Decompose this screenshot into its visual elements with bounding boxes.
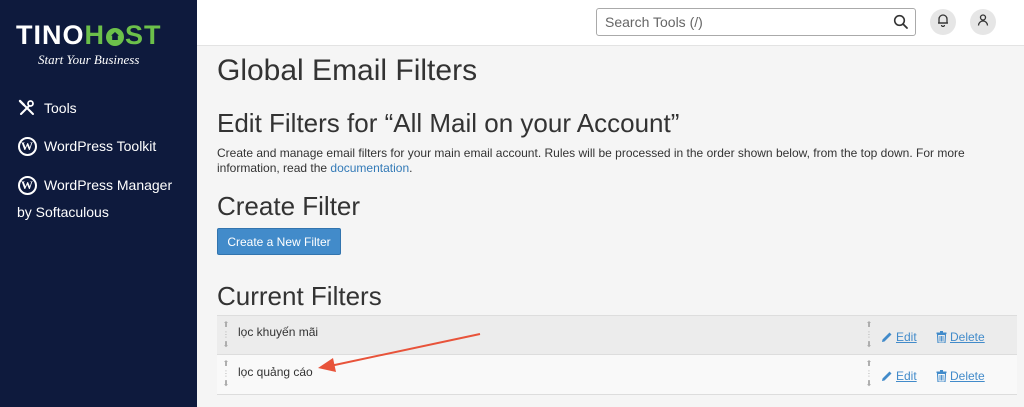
search-box (596, 8, 916, 36)
user-menu-button[interactable] (970, 9, 996, 35)
documentation-link[interactable]: documentation (330, 161, 409, 175)
filters-table: ⬆ ⋮ ⬇ lọc khuyến mãi ⬆ ⋮ ⬇ Edit Delete ⬆ ⋮ ⬇ l… (217, 315, 1017, 395)
top-header (197, 0, 1024, 46)
sidebar-item-label-suffix[interactable]: by Softaculous (17, 204, 109, 220)
drag-handle-icon[interactable]: ⬆ ⋮ ⬇ (222, 320, 230, 350)
pencil-icon (882, 371, 892, 381)
bell-icon (936, 13, 950, 32)
sidebar: TINOH ST Start Your Business Tools W Word… (0, 0, 197, 407)
filter-name: lọc khuyến mãi (238, 325, 319, 339)
wordpress-icon: W (17, 136, 37, 156)
delete-filter-button[interactable]: Delete (936, 369, 985, 383)
edit-filter-button[interactable]: Edit (881, 330, 917, 344)
sidebar-item-label: WordPress Toolkit (44, 138, 157, 154)
user-icon (976, 13, 990, 32)
description-text: Create and manage email filters for your… (217, 146, 965, 175)
wordpress-icon: W (17, 175, 37, 195)
table-row: ⬆ ⋮ ⬇ lọc quảng cáo ⬆ ⋮ ⬇ Edit Delete (217, 355, 1017, 395)
trash-icon (936, 370, 947, 382)
sidebar-item-wordpress-toolkit[interactable]: W WordPress Toolkit (17, 136, 156, 156)
brand-tagline: Start Your Business (38, 52, 140, 67)
drag-handle-icon[interactable]: ⬆ ⋮ ⬇ (222, 359, 230, 389)
delete-filter-button[interactable]: Delete (936, 330, 985, 344)
trash-icon (936, 331, 947, 343)
brand-logo[interactable]: TINOH ST Start Your Business (16, 20, 186, 68)
pencil-icon (882, 332, 892, 342)
edit-filter-button[interactable]: Edit (881, 369, 917, 383)
page-title: Global Email Filters (217, 54, 478, 87)
filter-name: lọc quảng cáo (238, 365, 313, 379)
notifications-button[interactable] (930, 9, 956, 35)
tools-icon (17, 98, 37, 118)
edit-filters-heading: Edit Filters for “All Mail on your Accou… (217, 108, 680, 138)
table-row: ⬆ ⋮ ⬇ lọc khuyến mãi ⬆ ⋮ ⬇ Edit Delete (217, 315, 1017, 355)
drag-handle-icon[interactable]: ⬆ ⋮ ⬇ (865, 320, 873, 350)
sidebar-item-tools[interactable]: Tools (17, 98, 77, 118)
current-filters-heading: Current Filters (217, 281, 382, 311)
home-icon (106, 28, 124, 46)
search-icon[interactable] (893, 14, 909, 30)
sidebar-item-label: WordPress Manager (44, 177, 173, 193)
sidebar-item-label: Tools (44, 100, 77, 116)
brand-wordmark: TINOH ST (16, 20, 162, 50)
create-new-filter-button[interactable]: Create a New Filter (217, 228, 341, 255)
sidebar-item-wordpress-manager[interactable]: W WordPress Manager (17, 175, 172, 195)
drag-handle-icon[interactable]: ⬆ ⋮ ⬇ (865, 359, 873, 389)
search-input[interactable] (597, 9, 877, 35)
create-filter-heading: Create Filter (217, 191, 361, 221)
